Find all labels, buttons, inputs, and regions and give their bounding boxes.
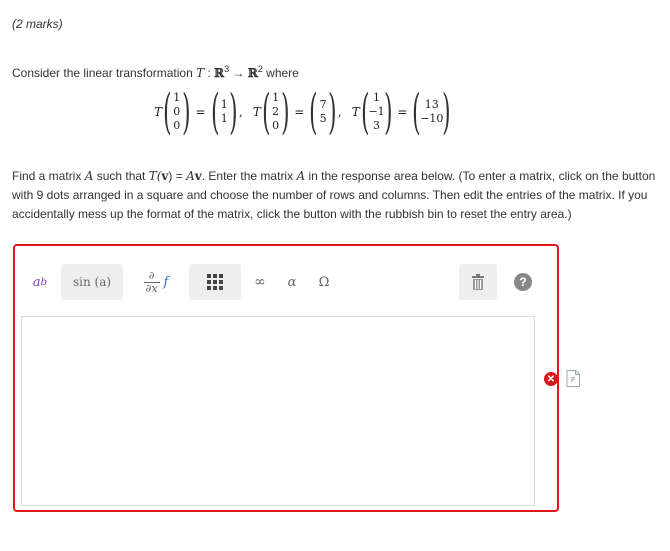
intro-symbol: T <box>196 66 205 80</box>
intro-text: Consider the linear transformation T : ℝ… <box>12 64 299 80</box>
T-symbol: T <box>154 105 163 119</box>
alpha-button[interactable]: α <box>279 264 305 300</box>
output-vector-2: ( 75 ) <box>309 84 337 140</box>
error-x-icon: ✕ <box>544 372 558 386</box>
output-vector-3: ( 13 −10 ) <box>412 84 451 140</box>
rubbish-bin-icon <box>472 274 484 290</box>
output-vector-1: ( 11 ) <box>210 84 238 140</box>
T-symbol: T <box>351 105 360 119</box>
T-symbol: T <box>252 105 261 119</box>
matrix-button[interactable] <box>189 264 241 300</box>
intro-codomain-exp: 2 <box>257 64 263 74</box>
document-preview-icon[interactable]: P <box>566 370 580 387</box>
superscript-button[interactable]: ab <box>25 264 55 300</box>
help-button[interactable]: ? <box>505 264 541 300</box>
intro-prefix: Consider the linear transformation <box>12 66 193 80</box>
intro-codomain: ℝ <box>247 66 258 80</box>
help-circle-icon: ? <box>514 273 532 291</box>
infinity-button[interactable]: ∞ <box>247 264 273 300</box>
intro-domain: ℝ <box>214 66 225 80</box>
function-button[interactable]: sin (a) <box>61 264 123 300</box>
input-vector-2: ( 120 ) <box>262 84 290 140</box>
derivative-button[interactable]: ∂ ∂x f <box>129 264 183 300</box>
math-input-editor[interactable] <box>21 316 535 506</box>
intro-colon: : <box>204 66 215 80</box>
reset-button[interactable] <box>459 264 497 300</box>
intro-arrow: → <box>229 66 248 80</box>
svg-text:P: P <box>571 376 575 384</box>
marks-label: (2 marks) <box>12 17 63 31</box>
omega-button[interactable]: Ω <box>311 264 337 300</box>
input-vector-1: ( 100 ) <box>163 84 191 140</box>
input-vector-3: ( 1 −1 3 ) <box>360 84 393 140</box>
transformation-equations: T ( 100 ) = ( 11 ) , T ( 120 ) = ( 75 ) … <box>154 84 451 140</box>
nine-dots-matrix-icon <box>207 274 223 290</box>
instructions-text: Find a matrix A such that T(v) = Av. Ent… <box>12 169 656 221</box>
math-toolbar: ab sin (a) ∂ ∂x f ∞ α Ω ? <box>21 260 551 304</box>
response-area: ab sin (a) ∂ ∂x f ∞ α Ω ? <box>13 244 559 512</box>
intro-suffix: where <box>266 66 299 80</box>
